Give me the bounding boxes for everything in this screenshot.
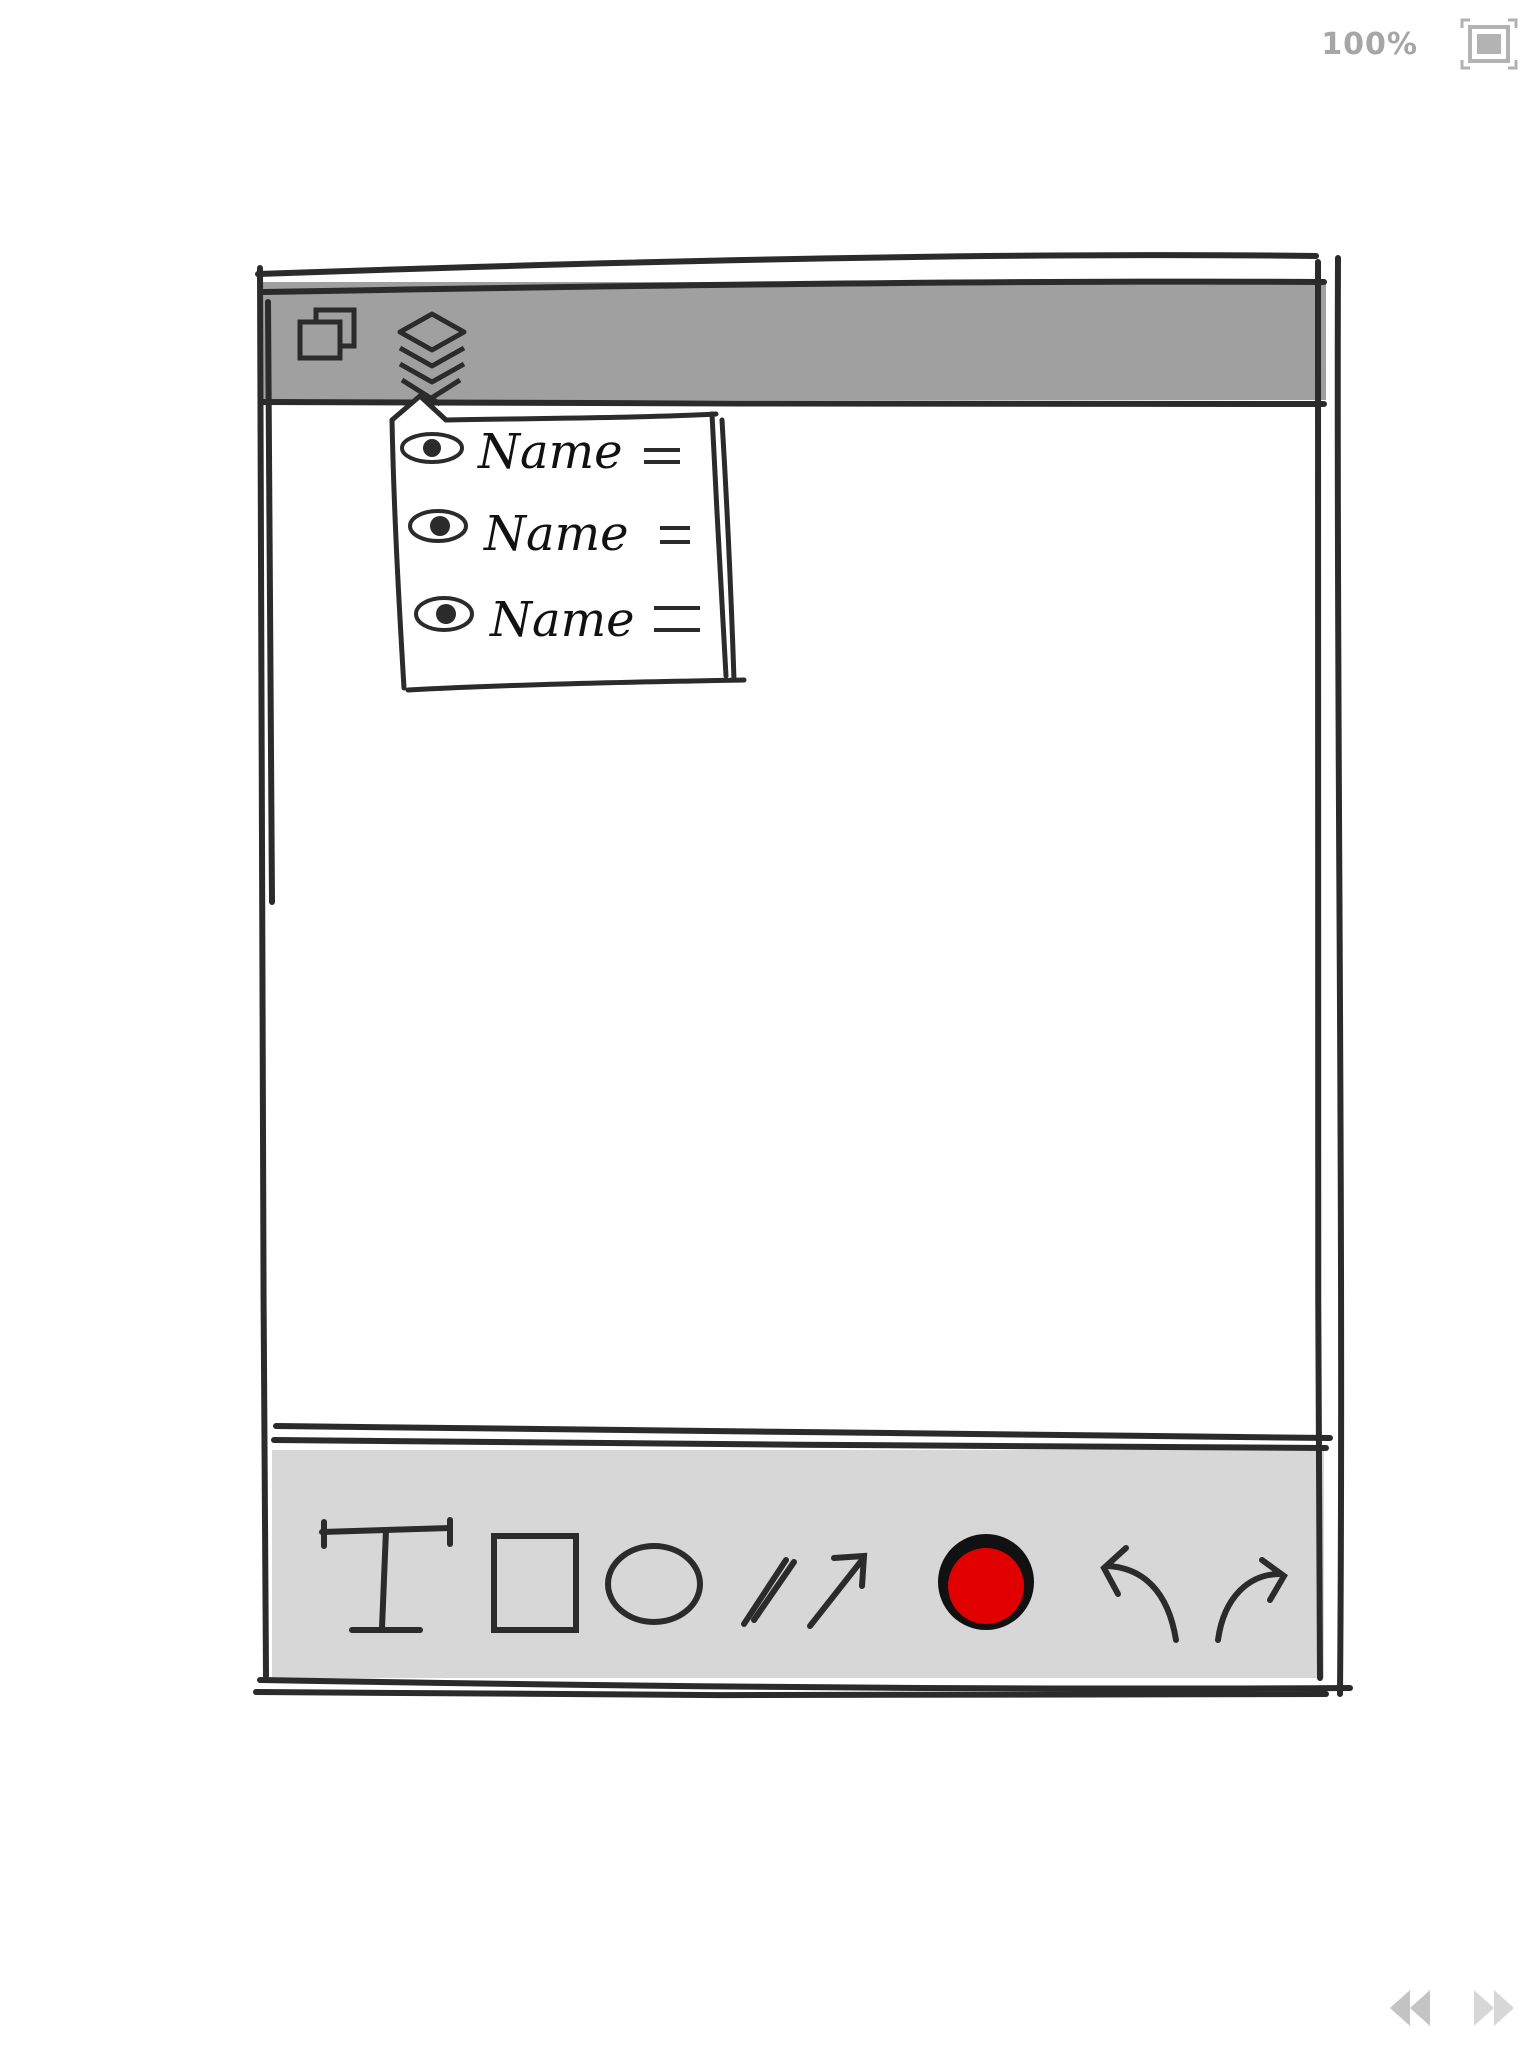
layer-name: Name bbox=[483, 506, 629, 562]
ellipse-tool-icon[interactable] bbox=[605, 1543, 703, 1625]
page-navigation bbox=[1386, 1986, 1518, 2030]
undo-icon[interactable] bbox=[1100, 1545, 1179, 1643]
eye-icon[interactable] bbox=[414, 596, 474, 632]
copy-icon[interactable] bbox=[297, 307, 357, 361]
eye-icon[interactable] bbox=[408, 509, 468, 543]
arrow-tool-icon[interactable] bbox=[807, 1552, 868, 1629]
top-bar: 100% bbox=[1321, 18, 1518, 70]
bottom-toolbar bbox=[272, 1450, 1324, 1678]
drag-handle-icon[interactable] bbox=[644, 448, 680, 464]
color-picker-icon[interactable] bbox=[938, 1534, 1034, 1630]
next-icon[interactable] bbox=[1470, 1986, 1518, 2030]
drag-handle-icon[interactable] bbox=[660, 526, 690, 544]
zoom-level[interactable]: 100% bbox=[1321, 27, 1418, 62]
layer-item-1[interactable]: Name bbox=[400, 424, 680, 480]
redo-icon[interactable] bbox=[1215, 1557, 1288, 1643]
pencil-tool-icon[interactable] bbox=[741, 1557, 797, 1627]
rectangle-tool-icon[interactable] bbox=[491, 1533, 579, 1633]
layer-name: Name bbox=[477, 424, 623, 480]
layer-item-3[interactable]: Name bbox=[414, 592, 700, 648]
eye-icon[interactable] bbox=[400, 432, 464, 464]
layers-icon[interactable] bbox=[397, 311, 467, 407]
fit-screen-icon[interactable] bbox=[1460, 18, 1518, 70]
layer-item-2[interactable]: Name bbox=[408, 506, 690, 562]
sketch-canvas: Name Name Name bbox=[253, 252, 1353, 1699]
layer-name: Name bbox=[489, 592, 635, 648]
device-frame bbox=[253, 252, 1353, 1699]
drag-handle-icon[interactable] bbox=[654, 606, 700, 632]
previous-icon[interactable] bbox=[1386, 1986, 1434, 2030]
text-tool-icon[interactable] bbox=[319, 1517, 453, 1633]
